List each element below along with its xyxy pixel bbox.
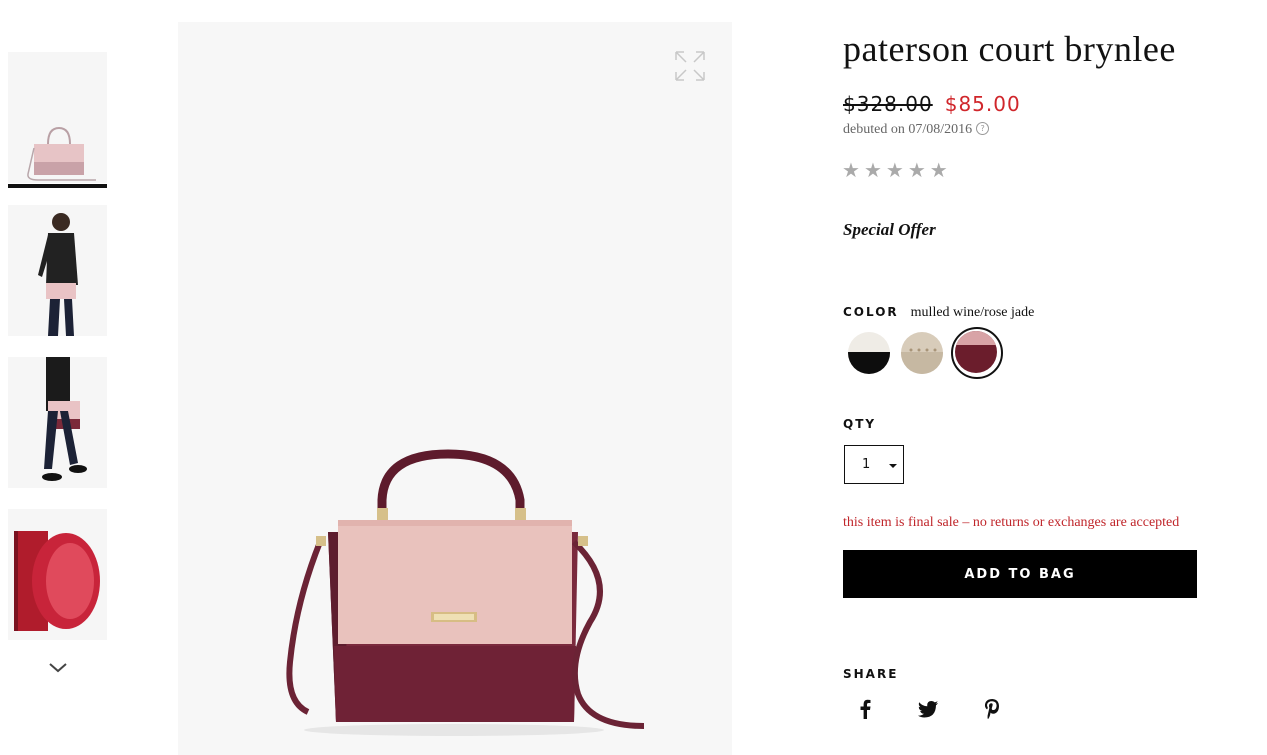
main-product-image[interactable] <box>178 22 732 755</box>
thumbnail-next-button[interactable] <box>46 658 70 678</box>
caret-down-icon <box>889 464 897 468</box>
thumbnail-bag-front-image <box>8 52 107 183</box>
thumbnail-active-indicator <box>8 184 107 188</box>
thumbnail-model-side[interactable] <box>8 357 107 488</box>
original-price: $328.00 <box>843 92 933 116</box>
qty-label: QTY <box>843 417 877 431</box>
star-icon[interactable]: ★ <box>930 158 948 182</box>
thumbnail-bag-interior-image <box>8 509 107 640</box>
color-swatch-beige[interactable] <box>901 332 943 374</box>
thumbnail-model-front-image <box>8 205 107 336</box>
pinterest-icon[interactable] <box>979 696 1005 722</box>
selected-color-name: mulled wine/rose jade <box>910 305 1035 320</box>
debut-date: debuted on 07/08/2016? <box>843 122 990 138</box>
color-swatch-mulled-wine[interactable] <box>955 331 997 373</box>
thumbnail-model-side-image <box>8 357 107 488</box>
product-title: paterson court brynlee <box>843 29 1176 69</box>
color-label: COLOR <box>843 305 899 319</box>
quantity-value: 1 <box>862 457 871 472</box>
color-row: COLOR mulled wine/rose jade <box>843 303 1034 321</box>
add-to-bag-button[interactable]: ADD TO BAG <box>843 550 1197 598</box>
thumbnail-bag-interior[interactable] <box>8 509 107 640</box>
info-icon[interactable]: ? <box>976 122 990 135</box>
quantity-select[interactable]: 1 <box>844 445 904 484</box>
sale-price: $85.00 <box>944 92 1021 116</box>
special-offer-label: Special Offer <box>843 220 936 239</box>
star-icon[interactable]: ★ <box>886 158 904 182</box>
star-icon[interactable]: ★ <box>864 158 882 182</box>
thumbnail-model-front[interactable] <box>8 205 107 336</box>
star-icon[interactable]: ★ <box>842 158 860 182</box>
final-sale-notice: this item is final sale – no returns or … <box>843 515 1180 530</box>
star-icon[interactable]: ★ <box>908 158 926 182</box>
chevron-down-icon <box>49 663 67 673</box>
rating-stars[interactable]: ★ ★ ★ ★ ★ <box>842 158 952 182</box>
debut-date-text: debuted on 07/08/2016 <box>843 122 973 137</box>
expand-icon[interactable] <box>673 49 707 83</box>
handbag-image <box>286 449 645 736</box>
twitter-icon[interactable] <box>915 696 941 722</box>
facebook-icon[interactable] <box>852 696 878 722</box>
color-swatch-cream-black[interactable] <box>848 332 890 374</box>
thumbnail-bag-front[interactable] <box>8 52 107 183</box>
share-label: SHARE <box>843 667 899 681</box>
price-block: $328.00 $85.00 <box>843 92 1021 116</box>
